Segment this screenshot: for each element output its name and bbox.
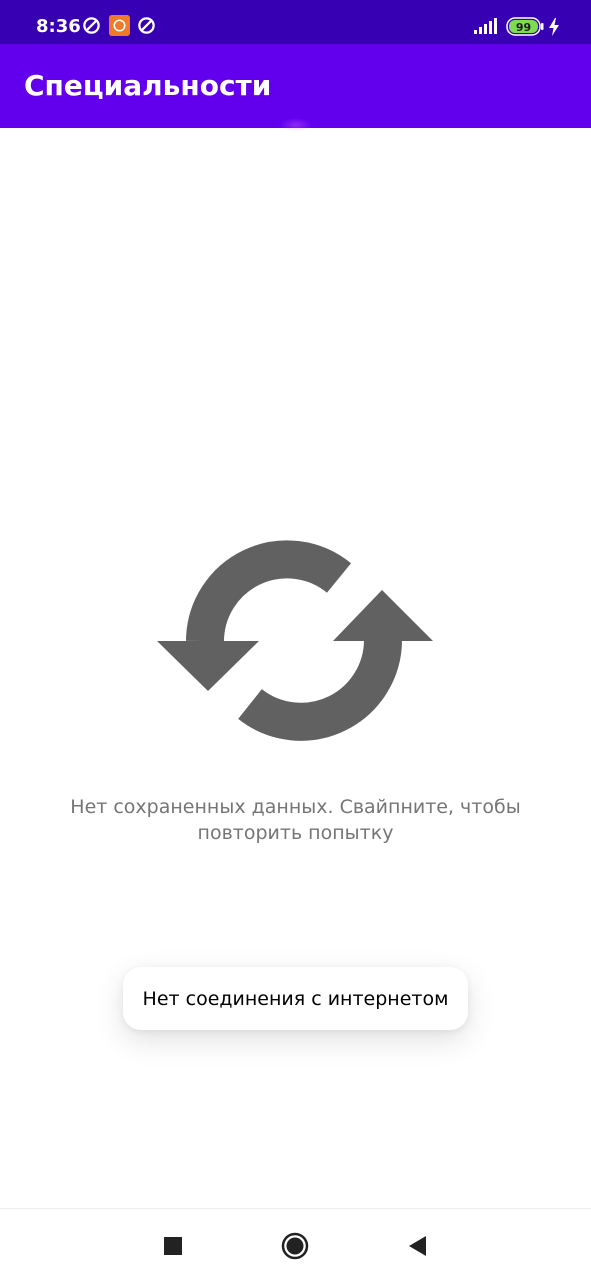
app-bar: Специальности <box>0 44 591 128</box>
toast: Нет соединения с интернетом <box>123 967 468 1030</box>
back-icon <box>409 1236 426 1256</box>
navigation-bar <box>0 1208 591 1281</box>
status-bar: 8:36 99 <box>0 0 591 44</box>
toast-message: Нет соединения с интернетом <box>142 988 449 1010</box>
battery-level: 99 <box>516 21 531 34</box>
refresh-icon[interactable] <box>155 538 435 744</box>
page-title: Специальности <box>24 69 272 102</box>
home-icon <box>281 1232 309 1260</box>
app-notification-icon <box>109 15 130 41</box>
sync-icon <box>82 16 101 40</box>
status-time: 8:36 <box>36 16 81 37</box>
battery-icon: 99 <box>506 17 544 41</box>
signal-icon <box>474 18 498 39</box>
pull-to-refresh-indicator <box>280 118 312 132</box>
recents-icon <box>164 1237 182 1255</box>
home-button[interactable] <box>275 1226 315 1266</box>
back-button[interactable] <box>397 1226 437 1266</box>
sync-icon <box>137 16 156 40</box>
charging-icon <box>548 18 560 41</box>
empty-state-message: Нет сохраненных данных. Свайпните, чтобы… <box>70 796 521 844</box>
recents-button[interactable] <box>153 1226 193 1266</box>
